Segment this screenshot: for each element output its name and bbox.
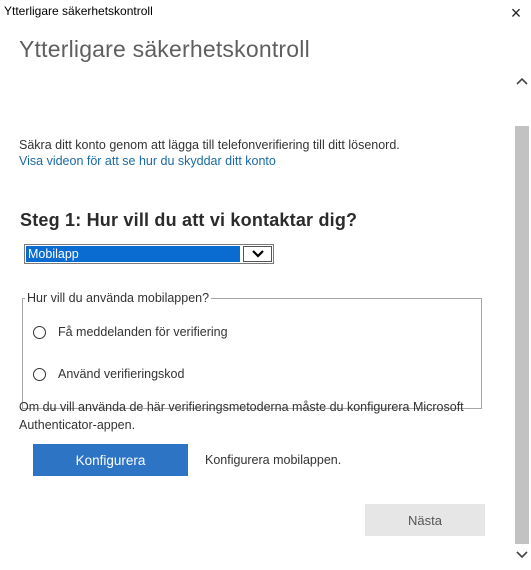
usage-group-legend: Hur vill du använda mobilappen? (27, 291, 210, 305)
chevron-down-icon (516, 551, 528, 559)
option-notifications[interactable]: Få meddelanden för verifiering (33, 325, 228, 339)
mobile-app-usage-group: Hur vill du använda mobilappen? Få medde… (22, 291, 482, 409)
option-notifications-label: Få meddelanden för verifiering (58, 325, 228, 339)
next-button[interactable]: Nästa (365, 504, 485, 536)
close-icon: × (510, 2, 522, 23)
scroll-down-button[interactable] (513, 546, 531, 564)
dialog-content: Ytterligare säkerhetskontroll Säkra ditt… (0, 26, 513, 570)
close-button[interactable]: × (503, 0, 529, 26)
step1-heading: Steg 1: Hur vill du att vi kontaktar dig… (20, 210, 358, 230)
vertical-scrollbar[interactable] (513, 26, 531, 570)
window-title: Ytterligare säkerhetskontroll (4, 4, 153, 18)
chevron-down-icon (251, 250, 264, 258)
contact-method-selected: Mobilapp (26, 246, 240, 262)
page-title: Ytterligare säkerhetskontroll (19, 36, 310, 62)
radio-verification-code[interactable] (33, 367, 46, 381)
option-verification-code[interactable]: Använd verifieringskod (33, 367, 184, 381)
authenticator-info: Om du vill använda de här verifieringsme… (19, 400, 464, 432)
page-description: Säkra ditt konto genom att lägga till te… (19, 138, 400, 152)
option-verification-code-label: Använd verifieringskod (58, 367, 185, 381)
configure-hint: Konfigurera mobilappen. (205, 453, 342, 467)
chevron-up-icon (516, 77, 528, 85)
video-link[interactable]: Visa videon för att se hur du skyddar di… (19, 154, 276, 168)
radio-notifications[interactable] (33, 325, 46, 339)
dropdown-button[interactable] (243, 246, 272, 262)
contact-method-select[interactable]: Mobilapp (24, 244, 274, 264)
configure-button[interactable]: Konfigurera (33, 444, 188, 476)
scroll-up-button[interactable] (513, 72, 531, 90)
scroll-thumb[interactable] (515, 126, 529, 544)
